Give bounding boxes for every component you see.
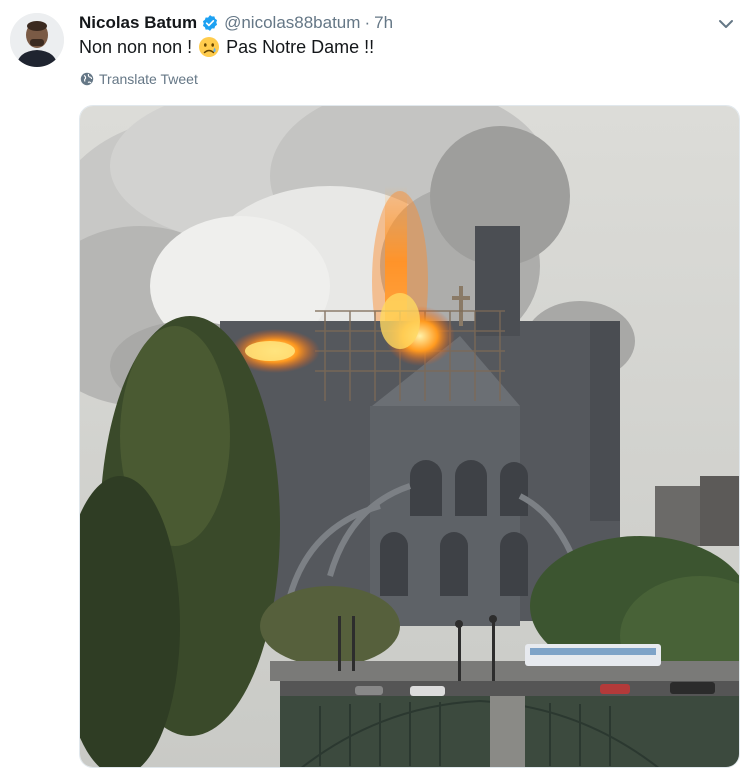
tweet-text-part-1: Non non non ! <box>79 36 193 57</box>
tweet-photo[interactable] <box>79 105 740 768</box>
sad-face-emoji-icon <box>198 36 220 58</box>
notre-dame-fire-photo <box>80 106 739 767</box>
avatar[interactable] <box>10 13 64 67</box>
verified-badge-icon <box>201 14 219 32</box>
translate-tweet-link[interactable]: Translate Tweet <box>80 71 198 87</box>
tweet-text-part-2: Pas Notre Dame !! <box>226 36 375 57</box>
author-handle[interactable]: @nicolas88batum <box>224 13 360 33</box>
globe-icon <box>80 72 94 86</box>
author-name[interactable]: Nicolas Batum <box>79 13 197 33</box>
tweet-text: Non non non ! Pas Notre Dame !! <box>79 36 374 58</box>
chevron-down-icon[interactable] <box>716 14 736 34</box>
tweet-header: Nicolas Batum @nicolas88batum · 7h <box>79 11 730 35</box>
tweet-card[interactable]: Nicolas Batum @nicolas88batum · 7h Non n… <box>0 0 750 775</box>
tweet-timestamp[interactable]: 7h <box>374 13 393 33</box>
header-separator: · <box>364 13 371 32</box>
avatar-image <box>10 13 64 67</box>
translate-label: Translate Tweet <box>99 71 198 87</box>
